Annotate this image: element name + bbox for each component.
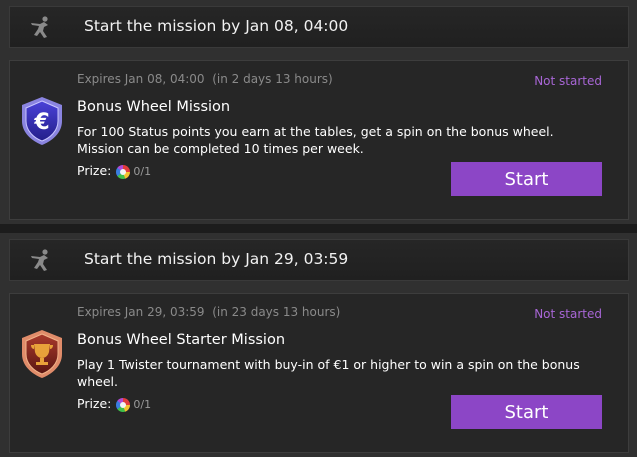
expiry-text: Expires Jan 29, 03:59 (in 23 days 13 hou… xyxy=(77,305,341,319)
mission-deadline-title: Start the mission by Jan 29, 03:59 xyxy=(84,250,349,268)
runner-icon xyxy=(31,249,48,271)
mission-block: Start the mission by Jan 08, 04:00 Expir… xyxy=(0,0,637,224)
status-badge: Not started xyxy=(534,74,602,88)
trophy-shield-icon xyxy=(22,330,62,378)
prize-row: Prize: 0/1 xyxy=(77,396,152,412)
mission-description: For 100 Status points you earn at the ta… xyxy=(77,124,554,156)
expiry-text: Expires Jan 08, 04:00 (in 2 days 13 hour… xyxy=(77,72,333,86)
prize-label: Prize: xyxy=(77,396,112,411)
divider xyxy=(0,224,637,233)
euro-shield-icon: € xyxy=(22,97,62,145)
bonus-wheel-icon xyxy=(116,164,131,179)
mission-header: Start the mission by Jan 08, 04:00 xyxy=(9,6,629,48)
prize-count: 0/1 xyxy=(133,165,152,178)
mission-card: Expires Jan 08, 04:00 (in 2 days 13 hour… xyxy=(9,60,629,220)
mission-title: Bonus Wheel Starter Mission xyxy=(77,332,286,348)
mission-description: Play 1 Twister tournament with buy-in of… xyxy=(77,357,580,389)
prize-row: Prize: 0/1 xyxy=(77,163,152,179)
mission-block: Start the mission by Jan 29, 03:59 Expir… xyxy=(0,233,637,457)
mission-card: Expires Jan 29, 03:59 (in 23 days 13 hou… xyxy=(9,293,629,453)
start-button[interactable]: Start xyxy=(451,162,602,196)
prize-count: 0/1 xyxy=(133,398,152,411)
prize-label: Prize: xyxy=(77,163,112,178)
mission-title: Bonus Wheel Mission xyxy=(77,99,231,115)
start-button[interactable]: Start xyxy=(451,395,602,429)
mission-deadline-title: Start the mission by Jan 08, 04:00 xyxy=(84,17,349,35)
mission-header: Start the mission by Jan 29, 03:59 xyxy=(9,239,629,281)
status-badge: Not started xyxy=(534,307,602,321)
svg-text:€: € xyxy=(33,110,49,135)
runner-icon xyxy=(31,16,48,38)
bonus-wheel-icon xyxy=(116,397,131,412)
